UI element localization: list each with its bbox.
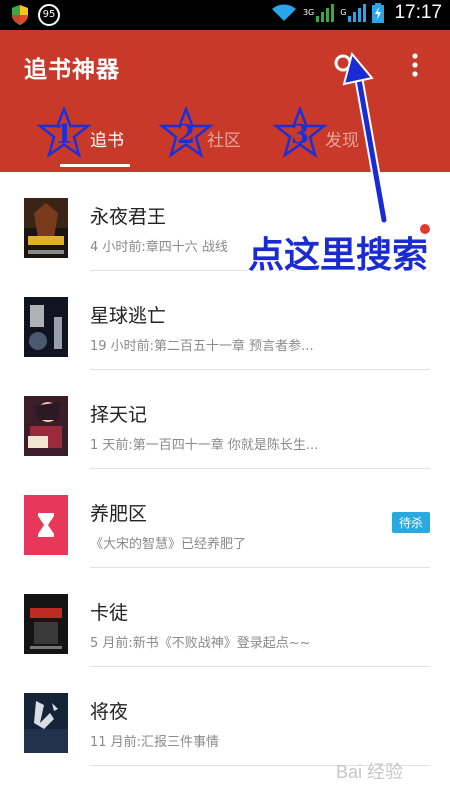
- book-cover-image: [24, 594, 68, 654]
- status-badge: 待杀: [391, 512, 430, 533]
- book-title: 卡徒: [90, 602, 129, 624]
- book-row[interactable]: 将夜 11 月前:汇报三件事情: [0, 667, 450, 766]
- watermark: Bai 经验: [336, 762, 404, 782]
- book-row[interactable]: 卡徒 5 月前:新书《不败战神》登录起点~~: [0, 568, 450, 667]
- book-latest-chapter: 1 天前:第一百四十一章 你就是陈长生...: [90, 438, 319, 453]
- book-latest-chapter: 《大宋的智慧》已经养肥了: [90, 537, 247, 552]
- book-cover-image: [24, 693, 68, 753]
- book-latest-chapter: 11 月前:汇报三件事情: [90, 735, 220, 750]
- status-bar: 95 3G G 17:17: [0, 0, 450, 30]
- book-cover-image: [24, 198, 68, 258]
- annotation-callout: 点这里搜索: [248, 235, 429, 276]
- book-title: 将夜: [90, 701, 129, 723]
- network-g-label: G: [340, 8, 347, 17]
- book-title: 择天记: [90, 404, 148, 426]
- book-row[interactable]: 养肥区 《大宋的智慧》已经养肥了 待杀: [0, 469, 450, 568]
- book-title: 永夜君王: [90, 206, 167, 228]
- book-latest-chapter: 5 月前:新书《不败战神》登录起点~~: [90, 636, 311, 651]
- status-time: 17:17: [394, 2, 442, 23]
- book-title: 星球逃亡: [90, 305, 167, 327]
- tab-indicator: [60, 164, 130, 167]
- book-latest-chapter: 4 小时前:章四十六 战线: [90, 240, 228, 255]
- book-cover-image: [24, 297, 68, 357]
- book-row[interactable]: 星球逃亡 19 小时前:第二百五十一章 预言者参...: [0, 271, 450, 370]
- battery-saver-badge: 95: [38, 4, 60, 26]
- signal-1-icon: [316, 4, 335, 22]
- battery-charging-icon: [372, 3, 385, 23]
- annotation-star-3: 3: [272, 105, 328, 162]
- annotation-star-2: 2: [158, 105, 214, 162]
- shield-icon: [12, 5, 28, 25]
- network-3g-label: 3G: [302, 8, 315, 17]
- book-title: 养肥区: [90, 503, 148, 525]
- annotation-star-1: 1: [36, 105, 92, 162]
- book-cover-image: [24, 396, 68, 456]
- wifi-icon: [271, 4, 296, 21]
- tab-zhuishu[interactable]: 追书: [90, 126, 124, 151]
- annotation-arrow-icon: [342, 51, 389, 225]
- app-title: 追书神器: [24, 57, 120, 83]
- book-row[interactable]: 择天记 1 天前:第一百四十一章 你就是陈长生...: [0, 370, 450, 469]
- signal-2-icon: [348, 4, 367, 22]
- book-latest-chapter: 19 小时前:第二百五十一章 预言者参...: [90, 339, 314, 354]
- overflow-menu-icon[interactable]: [404, 50, 426, 80]
- hourglass-icon: [24, 495, 68, 555]
